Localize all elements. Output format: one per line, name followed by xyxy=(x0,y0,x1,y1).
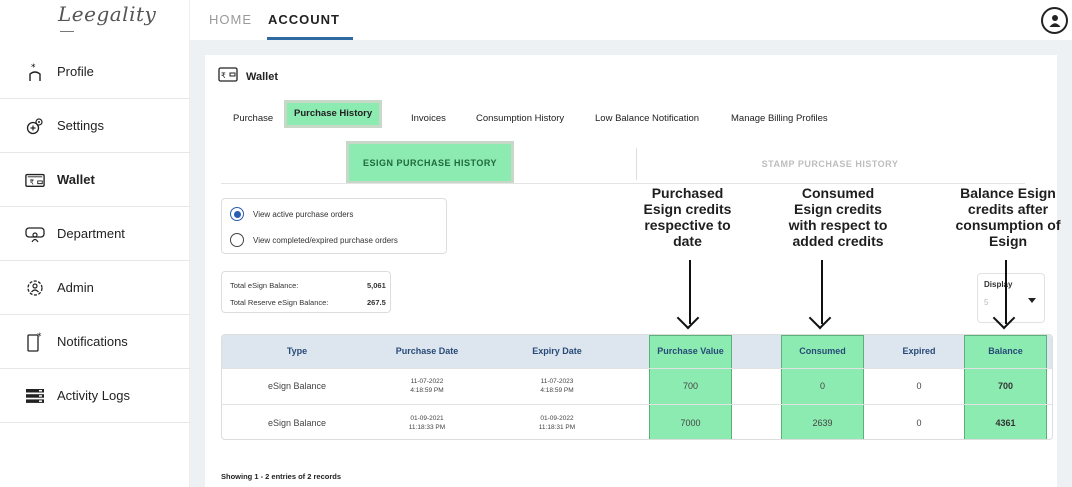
activity-logs-icon xyxy=(25,386,45,406)
column-purchase-date: Purchase Date xyxy=(395,346,459,356)
subtab-purchase[interactable]: Purchase xyxy=(233,110,273,128)
cell-expired: 0 xyxy=(916,380,922,391)
cell-purchase-date: 01-09-2021 11:18:33 PM xyxy=(408,415,446,431)
total-esign-balance: Total eSign Balance: 5,061 xyxy=(230,281,386,290)
cell-balance: 700 xyxy=(997,380,1014,391)
purchase-order-filter: View active purchase orders View complet… xyxy=(221,198,447,254)
filter-label: View completed/expired purchase orders xyxy=(253,235,398,245)
cell-type: eSign Balance xyxy=(267,417,327,428)
cell-purchase-value: 7000 xyxy=(680,417,701,428)
cell-balance: 4361 xyxy=(995,417,1016,428)
wallet-icon: ₹ xyxy=(218,67,238,87)
column-consumed: Consumed xyxy=(799,346,846,356)
app-root: Leegality * Profile Settings ₹ Wallet De… xyxy=(0,0,1072,487)
column-purchase-value: Purchase Value xyxy=(657,346,724,356)
sidebar-item-department[interactable]: Department xyxy=(0,207,190,261)
sidebar-item-label: Wallet xyxy=(57,172,95,187)
balance-value: 5,061 xyxy=(367,281,386,290)
column-expired: Expired xyxy=(902,346,936,356)
notifications-icon: * xyxy=(25,332,45,352)
subtab-manage-billing-profiles[interactable]: Manage Billing Profiles xyxy=(731,110,828,128)
filter-completed-orders[interactable]: View completed/expired purchase orders xyxy=(230,233,398,247)
arrow-down-icon xyxy=(1005,260,1007,324)
sidebar-item-settings[interactable]: Settings xyxy=(0,99,190,153)
profile-icon: * xyxy=(25,62,45,82)
sidebar-item-profile[interactable]: * Profile xyxy=(0,45,190,99)
tab-esign-purchase-history[interactable]: ESIGN PURCHASE HISTORY xyxy=(346,141,514,184)
svg-text:*: * xyxy=(37,332,42,342)
sidebar-item-label: Notifications xyxy=(57,334,128,349)
sidebar-item-label: Profile xyxy=(57,64,94,79)
page-title: Wallet xyxy=(246,71,278,83)
wallet-header: ₹ Wallet xyxy=(218,67,278,87)
section-divider xyxy=(636,148,637,180)
cell-consumed: 2639 xyxy=(812,417,833,428)
subtab-purchase-history[interactable]: Purchase History xyxy=(284,100,383,128)
row-divider xyxy=(222,368,1052,369)
department-icon xyxy=(25,224,45,244)
annotation-balance: Balance Esign credits after consumption of… xyxy=(955,185,1061,249)
logo-underline xyxy=(60,31,74,32)
settings-icon xyxy=(25,116,45,136)
arrow-down-icon xyxy=(821,260,823,324)
tab-account[interactable]: ACCOUNT xyxy=(268,12,340,27)
sidebar-item-admin[interactable]: Admin xyxy=(0,261,190,315)
svg-text:₹: ₹ xyxy=(221,71,226,80)
tab-home[interactable]: HOME xyxy=(209,12,252,27)
column-balance: Balance xyxy=(988,346,1023,356)
logo: Leegality xyxy=(58,2,157,26)
cell-purchase-value: 700 xyxy=(682,380,699,391)
sidebar-item-activity-logs[interactable]: Activity Logs xyxy=(0,369,190,423)
filter-active-orders[interactable]: View active purchase orders xyxy=(230,207,353,221)
total-reserve-esign-balance: Total Reserve eSign Balance: 267.5 xyxy=(230,298,386,307)
balance-value: 267.5 xyxy=(367,298,386,307)
balance-label: Total Reserve eSign Balance: xyxy=(230,298,329,307)
subtab-low-balance-notification[interactable]: Low Balance Notification xyxy=(595,110,699,128)
sidebar-item-wallet[interactable]: ₹ Wallet xyxy=(0,153,190,207)
column-type: Type xyxy=(286,346,308,356)
radio-unchecked-icon[interactable] xyxy=(230,233,244,247)
svg-text:₹: ₹ xyxy=(30,177,35,186)
display-value: 5 xyxy=(984,298,989,307)
cell-consumed: 0 xyxy=(819,380,825,391)
tab-stamp-purchase-history[interactable]: STAMP PURCHASE HISTORY xyxy=(740,148,920,180)
user-icon xyxy=(1049,14,1060,27)
cell-expiry-date: 01-09-2022 11:18:31 PM xyxy=(538,415,576,431)
admin-icon xyxy=(25,278,45,298)
arrow-down-icon xyxy=(689,260,691,324)
table-row: eSign Balance 11-07-2022 4:18:59 PM 11-07… xyxy=(222,368,1052,405)
radio-checked-icon[interactable] xyxy=(230,207,244,221)
section-underline xyxy=(221,183,1025,184)
caret-down-icon xyxy=(1028,298,1036,303)
annotation-consumed: Consumed Esign credits with respect to adde… xyxy=(788,185,888,249)
sidebar: Leegality * Profile Settings ₹ Wallet De… xyxy=(0,0,190,487)
wallet-icon: ₹ xyxy=(25,170,45,190)
subtab-invoices[interactable]: Invoices xyxy=(411,110,446,128)
cell-expired: 0 xyxy=(916,417,922,428)
top-bar: HOME ACCOUNT xyxy=(190,0,1072,40)
sidebar-item-notifications[interactable]: * Notifications xyxy=(0,315,190,369)
user-avatar-button[interactable] xyxy=(1041,7,1068,34)
table-row: eSign Balance 01-09-2021 11:18:33 PM 01-0… xyxy=(222,405,1052,439)
sidebar-item-label: Admin xyxy=(57,280,94,295)
sidebar-item-label: Activity Logs xyxy=(57,388,130,403)
filter-label: View active purchase orders xyxy=(253,209,354,219)
cell-expiry-date: 11-07-2023 4:18:59 PM xyxy=(540,378,574,394)
annotation-purchased: Purchased Esign credits respective to date xyxy=(643,185,732,249)
sidebar-item-label: Department xyxy=(57,226,125,241)
cell-purchase-date: 11-07-2022 4:18:59 PM xyxy=(410,378,444,394)
column-expiry-date: Expiry Date xyxy=(532,346,582,356)
cell-type: eSign Balance xyxy=(267,380,327,391)
subtab-consumption-history[interactable]: Consumption History xyxy=(476,110,564,128)
balance-summary: Total eSign Balance: 5,061 Total Reserve… xyxy=(221,271,391,313)
purchase-history-table: Type Purchase Date Expiry Date Purchase … xyxy=(221,334,1053,440)
sidebar-item-label: Settings xyxy=(57,118,104,133)
balance-label: Total eSign Balance: xyxy=(230,281,299,290)
pagination-summary: Showing 1 - 2 entries of 2 records xyxy=(221,472,342,481)
display-label: Display xyxy=(984,280,1013,289)
